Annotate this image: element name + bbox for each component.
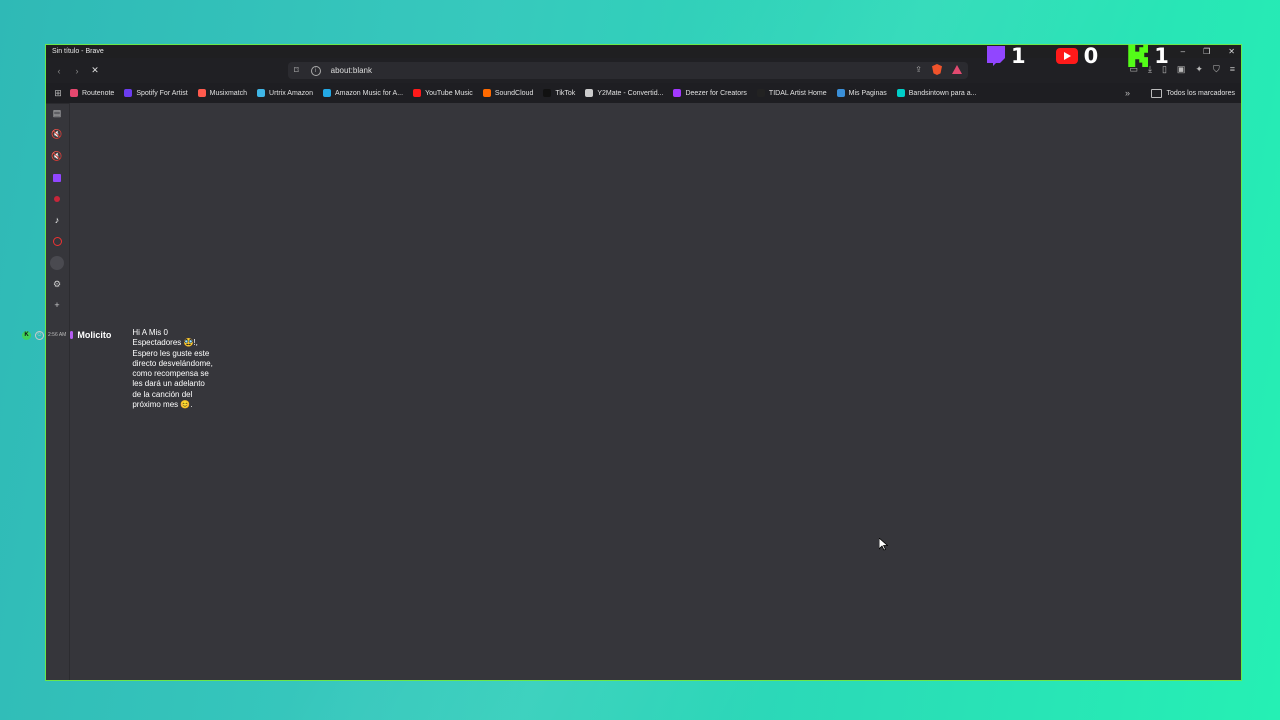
close-button[interactable]: ✕ (1228, 45, 1235, 58)
bookmark-item[interactable]: Bandsintown para a... (896, 89, 977, 97)
url-text[interactable]: about:blank (331, 66, 372, 75)
favicon-icon (673, 89, 682, 97)
bookmark-item[interactable]: Mis Paginas (836, 89, 887, 97)
mouse-cursor-icon (878, 537, 889, 556)
bookmark-label: Deezer for Creators (685, 89, 747, 97)
apps-grid-icon[interactable]: ⊞ (46, 88, 70, 99)
bookmark-label: Routenote (82, 89, 115, 97)
menu-icon[interactable]: ≡ (1230, 64, 1235, 75)
bookmark-item[interactable]: Urtrix Amazon (257, 89, 313, 97)
bookmark-label: Mis Paginas (848, 89, 887, 97)
bookmark-item[interactable]: TIDAL Artist Home (756, 89, 827, 97)
favicon-icon (413, 89, 422, 97)
bookmark-label: Bandsintown para a... (908, 89, 977, 97)
maximize-button[interactable]: ❐ (1203, 45, 1210, 58)
more-bookmarks-icon[interactable]: » (1125, 88, 1130, 98)
bookmark-label: SoundCloud (494, 89, 534, 97)
folder-icon (1150, 88, 1162, 98)
bookmark-item[interactable]: TikTok (543, 89, 575, 97)
kick-stat: 1 (1128, 44, 1169, 68)
bookmark-label: Urtrix Amazon (269, 89, 313, 97)
brave-rewards-icon[interactable] (952, 65, 962, 74)
all-bookmarks-label: Todos los marcadores (1166, 89, 1235, 97)
share-icon[interactable]: ⇪ (915, 65, 922, 74)
bookmark-label: Musixmatch (209, 89, 248, 97)
bookmark-label: YouTube Music (425, 89, 473, 97)
chat-meta: K ☺ 2:56 AM Molicito (22, 328, 111, 342)
bookmark-item[interactable]: Deezer for Creators (673, 89, 747, 97)
favicon-icon (257, 89, 266, 97)
youtube-icon (1055, 48, 1078, 64)
bookmark-item[interactable]: Amazon Music for A... (322, 89, 404, 97)
bookmark-label: Spotify For Artist (136, 89, 188, 97)
sidebar-muted-icon-2[interactable]: 🔇 (46, 146, 68, 167)
back-icon[interactable]: ‹ (50, 66, 68, 76)
kick-badge-icon: K (22, 330, 31, 340)
page-content (70, 103, 1241, 680)
bookmark-label: Y2Mate - Convertid... (597, 89, 664, 97)
favicon-icon (322, 89, 331, 97)
favicon-icon (585, 89, 594, 97)
favicon-icon (70, 89, 78, 97)
twitch-icon (987, 46, 1005, 66)
info-icon[interactable]: i (310, 65, 321, 76)
favicon-icon (197, 89, 206, 97)
add-icon[interactable]: + (46, 295, 68, 316)
favicon-icon (543, 89, 552, 97)
favicon-icon (836, 89, 845, 97)
sidebar-youtube-music-icon[interactable] (46, 231, 68, 252)
sidebar-panel-icon[interactable]: ▤ (46, 103, 68, 124)
address-bar[interactable]: ⌑ i about:blank ⇪ (288, 62, 968, 79)
sidebar-loading-icon[interactable] (46, 252, 68, 273)
stop-icon[interactable]: ✕ (86, 65, 104, 76)
bookmark-item[interactable]: Y2Mate - Convertid... (585, 89, 663, 97)
address-bar-actions: ⇪ (915, 64, 962, 75)
all-bookmarks-folder[interactable]: Todos los marcadores (1150, 88, 1235, 98)
bookmark-item[interactable]: YouTube Music (413, 89, 473, 97)
kick-count: 1 (1154, 44, 1169, 68)
chat-message: K ☺ 2:56 AM Molicito Hi A Mis 0 Espectad… (22, 328, 214, 410)
window-title: Sin título - Brave (52, 48, 104, 55)
chat-time: 2:56 AM (48, 332, 67, 338)
sidebar-muted-icon-1[interactable]: 🔇 (46, 124, 68, 145)
sidebar-red-icon[interactable] (46, 188, 68, 209)
bookmark-item[interactable]: Spotify For Artist (124, 89, 188, 97)
sidebar-twitch-icon[interactable] (46, 167, 68, 188)
youtube-count: 0 (1083, 44, 1099, 68)
favicon-icon (756, 89, 765, 97)
settings-icon[interactable]: ⚙ (46, 273, 68, 294)
stream-stats: 1 0 1 (985, 44, 1199, 68)
bookmark-label: Amazon Music for A... (334, 89, 404, 97)
bookmark-label: TikTok (555, 89, 576, 97)
twitch-stat: 1 (985, 44, 1026, 68)
twitch-count: 1 (1011, 44, 1026, 68)
favicon-icon (482, 89, 491, 97)
bookmark-item[interactable]: Routenote (70, 89, 114, 97)
brave-shields-icon[interactable] (932, 64, 942, 75)
bookmark-list: Routenote Spotify For Artist Musixmatch Urt… (70, 89, 986, 97)
bookmark-label: TIDAL Artist Home (768, 89, 827, 97)
user-badge-icon: ☺ (35, 330, 44, 340)
favicon-icon (124, 89, 133, 97)
chat-username: Molicito (77, 330, 112, 340)
sidebar-tiktok-icon[interactable]: ♪ (46, 209, 68, 230)
vpn-icon[interactable]: ⛉ (1213, 64, 1220, 75)
chat-message-text: Hi A Mis 0 Espectadores 🥸!, Espero les g… (132, 328, 213, 410)
bookmark-icon[interactable]: ⌑ (294, 65, 299, 76)
mic-icon (70, 331, 74, 339)
bookmark-item[interactable]: SoundCloud (482, 89, 534, 97)
youtube-stat: 0 (1055, 44, 1099, 68)
browser-window: Sin título - Brave – ❐ ✕ ‹ › ✕ ⌑ i about… (45, 44, 1242, 681)
bookmarks-bar: ⊞ Routenote Spotify For Artist Musixmatch U… (46, 83, 1241, 104)
favicon-icon (896, 89, 905, 97)
kick-icon (1128, 45, 1149, 67)
forward-icon[interactable]: › (68, 66, 86, 76)
bookmark-item[interactable]: Musixmatch (197, 89, 248, 97)
